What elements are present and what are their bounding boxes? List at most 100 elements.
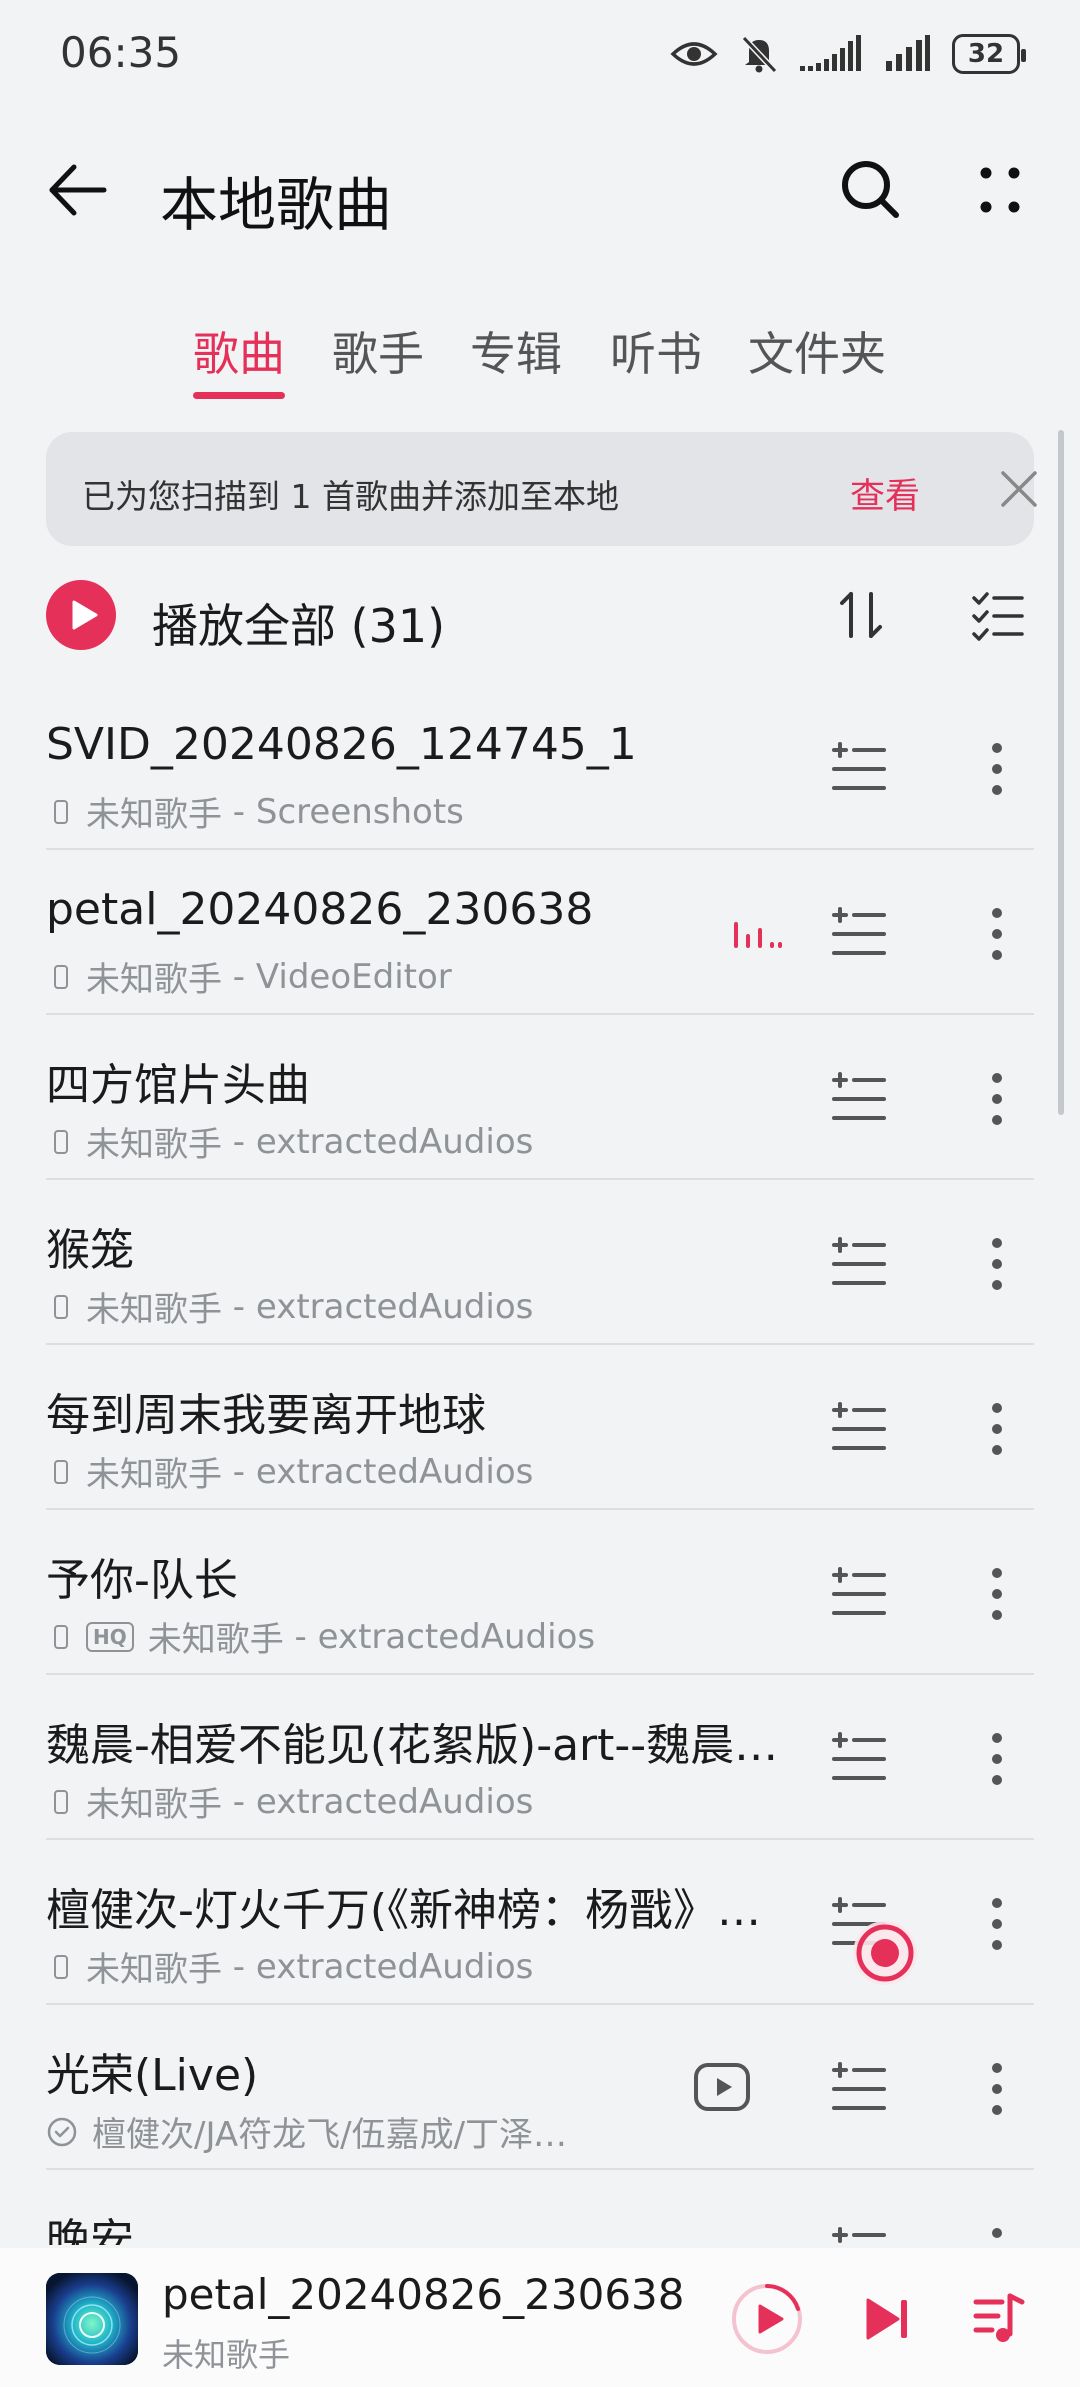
queue-icon[interactable] bbox=[972, 2290, 1026, 2346]
status-time: 06:35 bbox=[60, 28, 182, 77]
add-to-playlist-icon[interactable] bbox=[830, 1070, 888, 1128]
more-dots-icon[interactable] bbox=[964, 155, 1034, 225]
more-vertical-icon[interactable] bbox=[982, 1895, 1012, 1953]
album-art-icon bbox=[46, 2273, 138, 2365]
local-file-icon bbox=[54, 1294, 68, 1319]
list-item[interactable]: 四方馆片头曲 未知歌手 - extractedAudios bbox=[0, 1015, 1080, 1180]
title-bar: 本地歌曲 bbox=[0, 130, 1080, 250]
add-to-playlist-icon[interactable] bbox=[830, 1235, 888, 1293]
tab-singers[interactable]: 歌手 bbox=[332, 318, 424, 384]
list-item[interactable]: 予你-队长 HQ 未知歌手 - extractedAudios bbox=[0, 1510, 1080, 1675]
separator: - bbox=[222, 956, 256, 997]
page-title: 本地歌曲 bbox=[160, 171, 393, 239]
more-vertical-icon[interactable] bbox=[982, 2225, 1012, 2245]
song-title: 猴笼 bbox=[46, 1225, 134, 1276]
separator: - bbox=[222, 1946, 256, 1987]
more-vertical-icon[interactable] bbox=[982, 2060, 1012, 2118]
separator: - bbox=[222, 1286, 256, 1327]
more-vertical-icon[interactable] bbox=[982, 1565, 1012, 1623]
add-to-playlist-icon[interactable] bbox=[830, 740, 888, 798]
eye-icon bbox=[670, 42, 718, 66]
hq-badge: HQ bbox=[86, 1621, 134, 1652]
song-title: petal_20240826_230638 bbox=[46, 884, 594, 935]
song-subtitle: 未知歌手 - extractedAudios bbox=[46, 1942, 533, 1991]
more-vertical-icon[interactable] bbox=[982, 740, 1012, 798]
song-source: VideoEditor bbox=[255, 956, 452, 997]
view-link[interactable]: 查看 bbox=[850, 468, 920, 519]
more-vertical-icon[interactable] bbox=[982, 1070, 1012, 1128]
song-subtitle: 未知歌手 - VideoEditor bbox=[46, 952, 452, 1001]
song-subtitle: 未知歌手 - Screenshots bbox=[46, 787, 464, 836]
more-vertical-icon[interactable] bbox=[982, 1400, 1012, 1458]
song-title: 光荣(Live) bbox=[46, 2050, 259, 2101]
sort-icon[interactable] bbox=[834, 588, 888, 642]
song-title: 魏晨-相爱不能见(花絮版)-art--魏晨… bbox=[46, 1720, 779, 1771]
song-subtitle: 未知歌手 - extractedAudios bbox=[46, 1447, 533, 1496]
song-artist: 未知歌手 bbox=[86, 960, 222, 1000]
list-item[interactable]: 每到周末我要离开地球 未知歌手 - extractedAudios bbox=[0, 1345, 1080, 1510]
add-to-playlist-icon[interactable] bbox=[830, 2225, 888, 2245]
list-item[interactable]: petal_20240826_230638 未知歌手 - VideoEditor bbox=[0, 850, 1080, 1015]
separator: - bbox=[222, 791, 256, 832]
check-circle-icon bbox=[47, 2117, 77, 2146]
multi-select-icon[interactable] bbox=[970, 588, 1026, 644]
list-item[interactable]: 猴笼 未知歌手 - extractedAudios bbox=[0, 1180, 1080, 1345]
tab-albums[interactable]: 专辑 bbox=[470, 318, 562, 384]
notice-text: 已为您扫描到 1 首歌曲并添加至本地 bbox=[82, 477, 619, 516]
tab-audiobooks[interactable]: 听书 bbox=[610, 318, 702, 384]
list-item[interactable]: SVID_20240826_124745_1 未知歌手 - Screenshot… bbox=[0, 685, 1080, 850]
tab-bar: 歌曲 歌手 专辑 听书 文件夹 bbox=[0, 318, 1080, 399]
signal-icon bbox=[800, 35, 861, 71]
add-to-playlist-icon[interactable] bbox=[830, 1730, 888, 1788]
status-icons: 32 bbox=[670, 28, 1026, 80]
song-source: extractedAudios bbox=[255, 1286, 534, 1327]
local-file-icon bbox=[54, 1789, 68, 1814]
album-cover[interactable] bbox=[46, 2273, 138, 2365]
more-vertical-icon[interactable] bbox=[982, 1235, 1012, 1293]
add-to-playlist-icon[interactable] bbox=[830, 1400, 888, 1458]
song-artist: 未知歌手 bbox=[86, 1455, 222, 1495]
more-vertical-icon[interactable] bbox=[982, 1730, 1012, 1788]
add-to-playlist-icon[interactable] bbox=[830, 905, 888, 963]
now-playing-artist: 未知歌手 bbox=[162, 2336, 291, 2374]
play-icon[interactable] bbox=[730, 2282, 804, 2356]
song-subtitle: HQ 未知歌手 - extractedAudios bbox=[46, 1612, 595, 1661]
song-title: 予你-队长 bbox=[46, 1555, 238, 1606]
song-source: extractedAudios bbox=[255, 1121, 534, 1162]
scrollbar[interactable] bbox=[1058, 430, 1064, 1115]
tab-songs[interactable]: 歌曲 bbox=[193, 318, 285, 384]
song-title: SVID_20240826_124745_1 bbox=[46, 719, 637, 770]
list-item[interactable]: 光荣(Live) 檀健次/JA符龙飞/伍嘉成/丁泽… bbox=[0, 2005, 1080, 2170]
tab-folders[interactable]: 文件夹 bbox=[748, 318, 886, 384]
arrow-left-icon[interactable] bbox=[42, 155, 112, 225]
floating-record-icon[interactable] bbox=[850, 1918, 920, 1988]
more-vertical-icon[interactable] bbox=[982, 905, 1012, 963]
list-item[interactable]: 晚安 bbox=[0, 2170, 1080, 2245]
video-icon[interactable] bbox=[690, 2055, 754, 2119]
local-file-icon bbox=[54, 1624, 68, 1649]
equalizer-icon bbox=[734, 922, 782, 948]
song-subtitle: 未知歌手 - extractedAudios bbox=[46, 1117, 533, 1166]
local-file-icon bbox=[54, 799, 68, 824]
song-artist: 未知歌手 bbox=[86, 1950, 222, 1990]
play-all-button[interactable]: 播放全部 (31) bbox=[152, 590, 445, 656]
song-subtitle: 未知歌手 - extractedAudios bbox=[46, 1282, 533, 1331]
song-artist: 未知歌手 bbox=[147, 1620, 284, 1660]
next-icon[interactable] bbox=[860, 2292, 914, 2346]
local-file-icon bbox=[54, 1954, 68, 1979]
list-item[interactable]: 魏晨-相爱不能见(花絮版)-art--魏晨… 未知歌手 - extractedA… bbox=[0, 1675, 1080, 1840]
song-artist: 未知歌手 bbox=[86, 1125, 222, 1165]
song-subtitle: 檀健次/JA符龙飞/伍嘉成/丁泽… bbox=[46, 2107, 567, 2156]
close-icon[interactable] bbox=[998, 468, 1040, 510]
song-artist: 未知歌手 bbox=[86, 795, 222, 835]
local-file-icon bbox=[54, 1129, 68, 1154]
song-source: Screenshots bbox=[255, 791, 464, 832]
play-circle-icon[interactable] bbox=[46, 580, 116, 650]
add-to-playlist-icon[interactable] bbox=[830, 1565, 888, 1623]
separator: - bbox=[222, 1451, 256, 1492]
mini-player[interactable]: petal_20240826_230638 未知歌手 bbox=[0, 2248, 1080, 2387]
search-icon[interactable] bbox=[836, 155, 906, 225]
tab-indicator bbox=[193, 392, 285, 399]
song-source: extractedAudios bbox=[255, 1781, 534, 1822]
add-to-playlist-icon[interactable] bbox=[830, 2060, 888, 2118]
